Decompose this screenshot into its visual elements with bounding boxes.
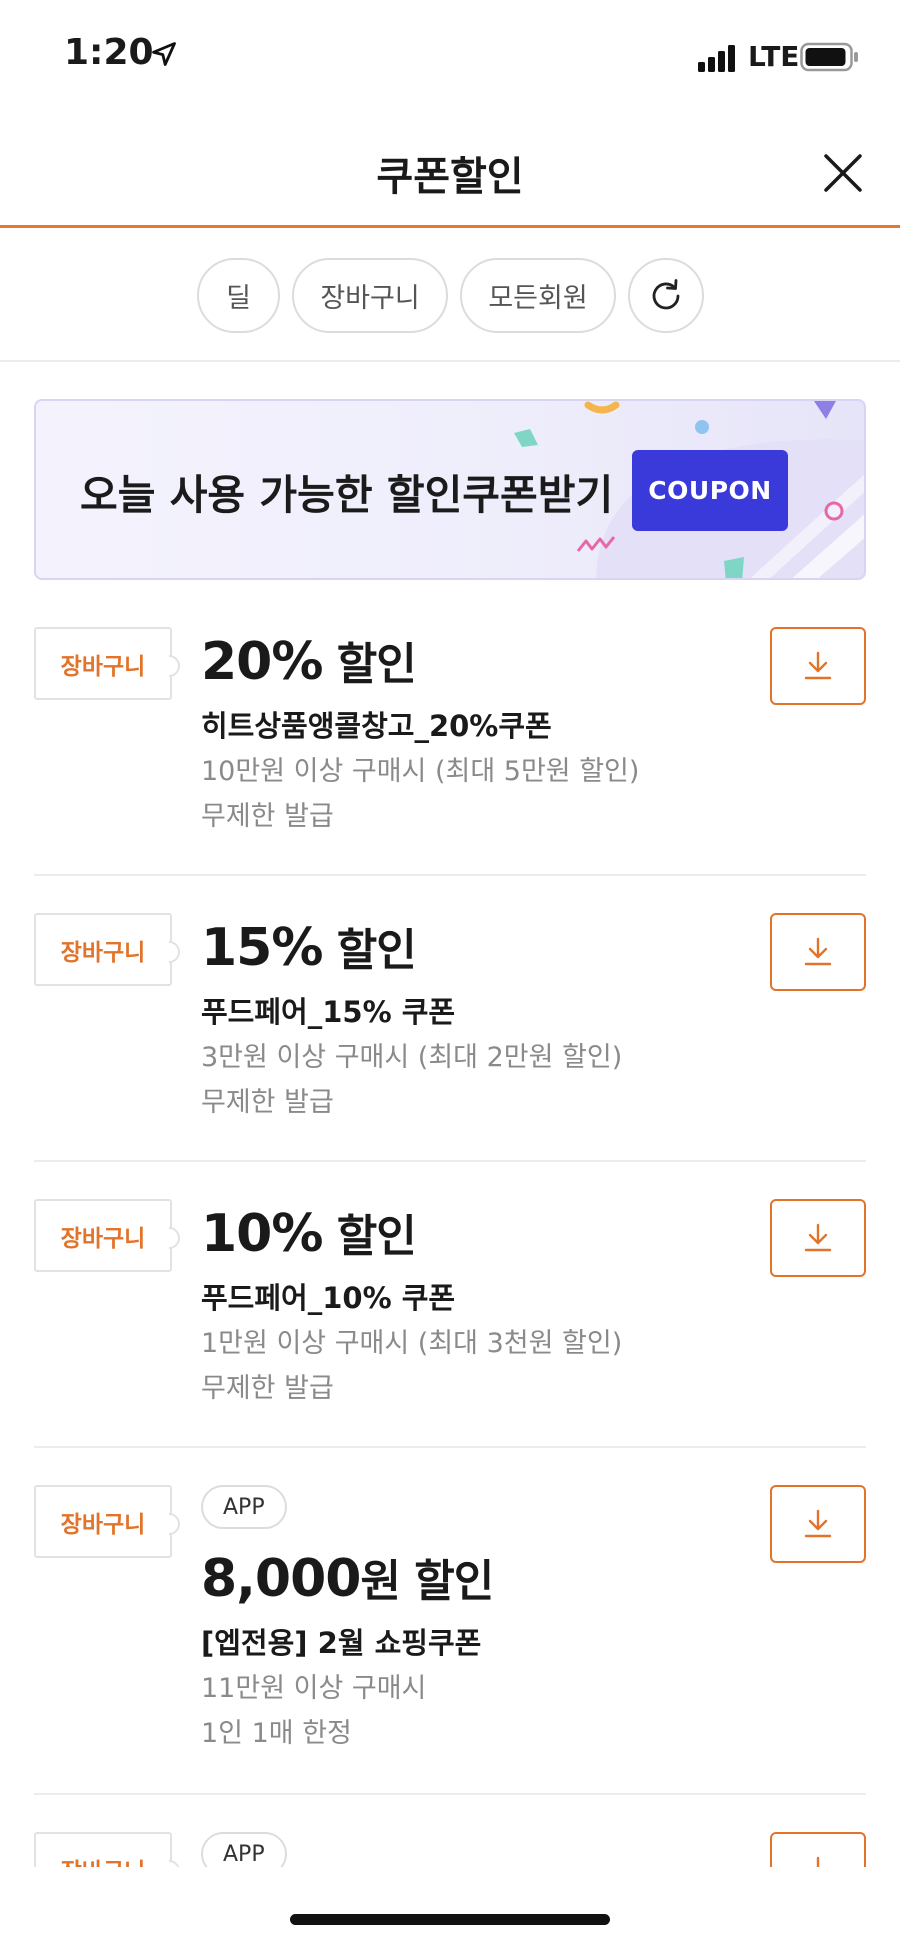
coupon-name: 히트상품앵콜창고_20%쿠폰 (201, 709, 552, 743)
location-arrow-icon (152, 42, 176, 66)
coupon-limit: 무제한 발급 (201, 1087, 334, 1118)
download-button[interactable] (770, 913, 866, 991)
close-icon (824, 154, 862, 192)
app-only-badge: APP (201, 1832, 287, 1867)
coupon-condition: 11만원 이상 구매시 (201, 1673, 427, 1704)
discount-amount: 20% 할인 (201, 628, 417, 692)
coupon-limit: 무제한 발급 (201, 1373, 334, 1404)
coupon-limit: 1인 1매 한정 (201, 1718, 352, 1749)
discount-unit: 할인 (322, 639, 417, 690)
discount-amount: 15% 할인 (201, 914, 417, 978)
discount-unit: 할인 (322, 925, 417, 976)
discount-unit: 할인 (322, 1211, 417, 1262)
header: 쿠폰할인 (0, 110, 900, 228)
discount-value: 10% (201, 1204, 323, 1264)
coupon-tag: COUPON (632, 450, 788, 531)
coupon-condition: 3만원 이상 구매시 (최대 2만원 할인) (201, 1042, 623, 1073)
download-button[interactable] (770, 1485, 866, 1563)
filter-chip-deal[interactable]: 딜 (197, 258, 280, 333)
battery-icon (800, 42, 858, 72)
status-bar: 1:20 LTE (0, 0, 900, 110)
filter-chip-cart[interactable]: 장바구니 (292, 258, 448, 333)
status-time: 1:20 (64, 32, 154, 73)
coupon-item: 장바구니 15% 할인 푸드페어_15% 쿠폰 3만원 이상 구매시 (최대 2… (34, 876, 866, 1162)
coupon-condition: 1만원 이상 구매시 (최대 3천원 할인) (201, 1328, 623, 1359)
coupon-type-badge: 장바구니 (34, 627, 172, 700)
signal-icon (698, 45, 735, 72)
home-indicator[interactable] (290, 1914, 610, 1925)
coupon-list: 장바구니 20% 할인 히트상품앵콜창고_20%쿠폰 10만원 이상 구매시 (… (0, 580, 900, 1867)
coupon-type-badge: 장바구니 (34, 1832, 172, 1867)
refresh-icon (652, 278, 680, 309)
refresh-button[interactable] (628, 258, 704, 333)
coupon-item: 장바구니 APP 8,000원 할인 [엡전용] 2월 쇼핑쿠폰 11만원 이상… (34, 1448, 866, 1795)
coupon-type-badge: 장바구니 (34, 1485, 172, 1558)
discount-value: 15% (201, 918, 323, 978)
close-button[interactable] (818, 148, 868, 198)
coupon-item: 장바구니 APP (34, 1795, 866, 1867)
network-label: LTE (748, 40, 800, 73)
coupon-type-badge: 장바구니 (34, 1199, 172, 1272)
banner-text: 오늘 사용 가능한 할인쿠폰받기 (80, 471, 614, 519)
coupon-name: [엡전용] 2월 쇼핑쿠폰 (201, 1626, 482, 1660)
coupon-banner[interactable]: 오늘 사용 가능한 할인쿠폰받기 COUPON (34, 399, 866, 580)
download-icon (804, 651, 832, 680)
download-icon (804, 1509, 832, 1538)
page-title: 쿠폰할인 (376, 154, 524, 200)
filter-bar: 딜 장바구니 모든회원 (0, 228, 900, 362)
discount-value: 8,000 (201, 1549, 361, 1609)
download-icon (809, 1856, 827, 1867)
coupon-type-badge: 장바구니 (34, 913, 172, 986)
download-button[interactable] (770, 1199, 866, 1277)
app-only-badge: APP (201, 1485, 287, 1529)
discount-amount: 10% 할인 (201, 1200, 417, 1264)
discount-amount: 8,000원 할인 (201, 1545, 494, 1609)
download-icon (804, 937, 832, 966)
discount-unit: 원 할인 (360, 1556, 494, 1607)
coupon-name: 푸드페어_10% 쿠폰 (201, 1281, 456, 1315)
coupon-item: 장바구니 20% 할인 히트상품앵콜창고_20%쿠폰 10만원 이상 구매시 (… (34, 580, 866, 876)
coupon-item: 장바구니 10% 할인 푸드페어_10% 쿠폰 1만원 이상 구매시 (최대 3… (34, 1162, 866, 1448)
download-button[interactable] (770, 627, 866, 705)
download-icon (804, 1223, 832, 1252)
coupon-name: 푸드페어_15% 쿠폰 (201, 995, 456, 1029)
discount-value: 20% (201, 632, 323, 692)
coupon-limit: 무제한 발급 (201, 801, 334, 832)
filter-chip-all-members[interactable]: 모든회원 (460, 258, 616, 333)
coupon-condition: 10만원 이상 구매시 (최대 5만원 할인) (201, 756, 640, 787)
download-button[interactable] (770, 1832, 866, 1867)
